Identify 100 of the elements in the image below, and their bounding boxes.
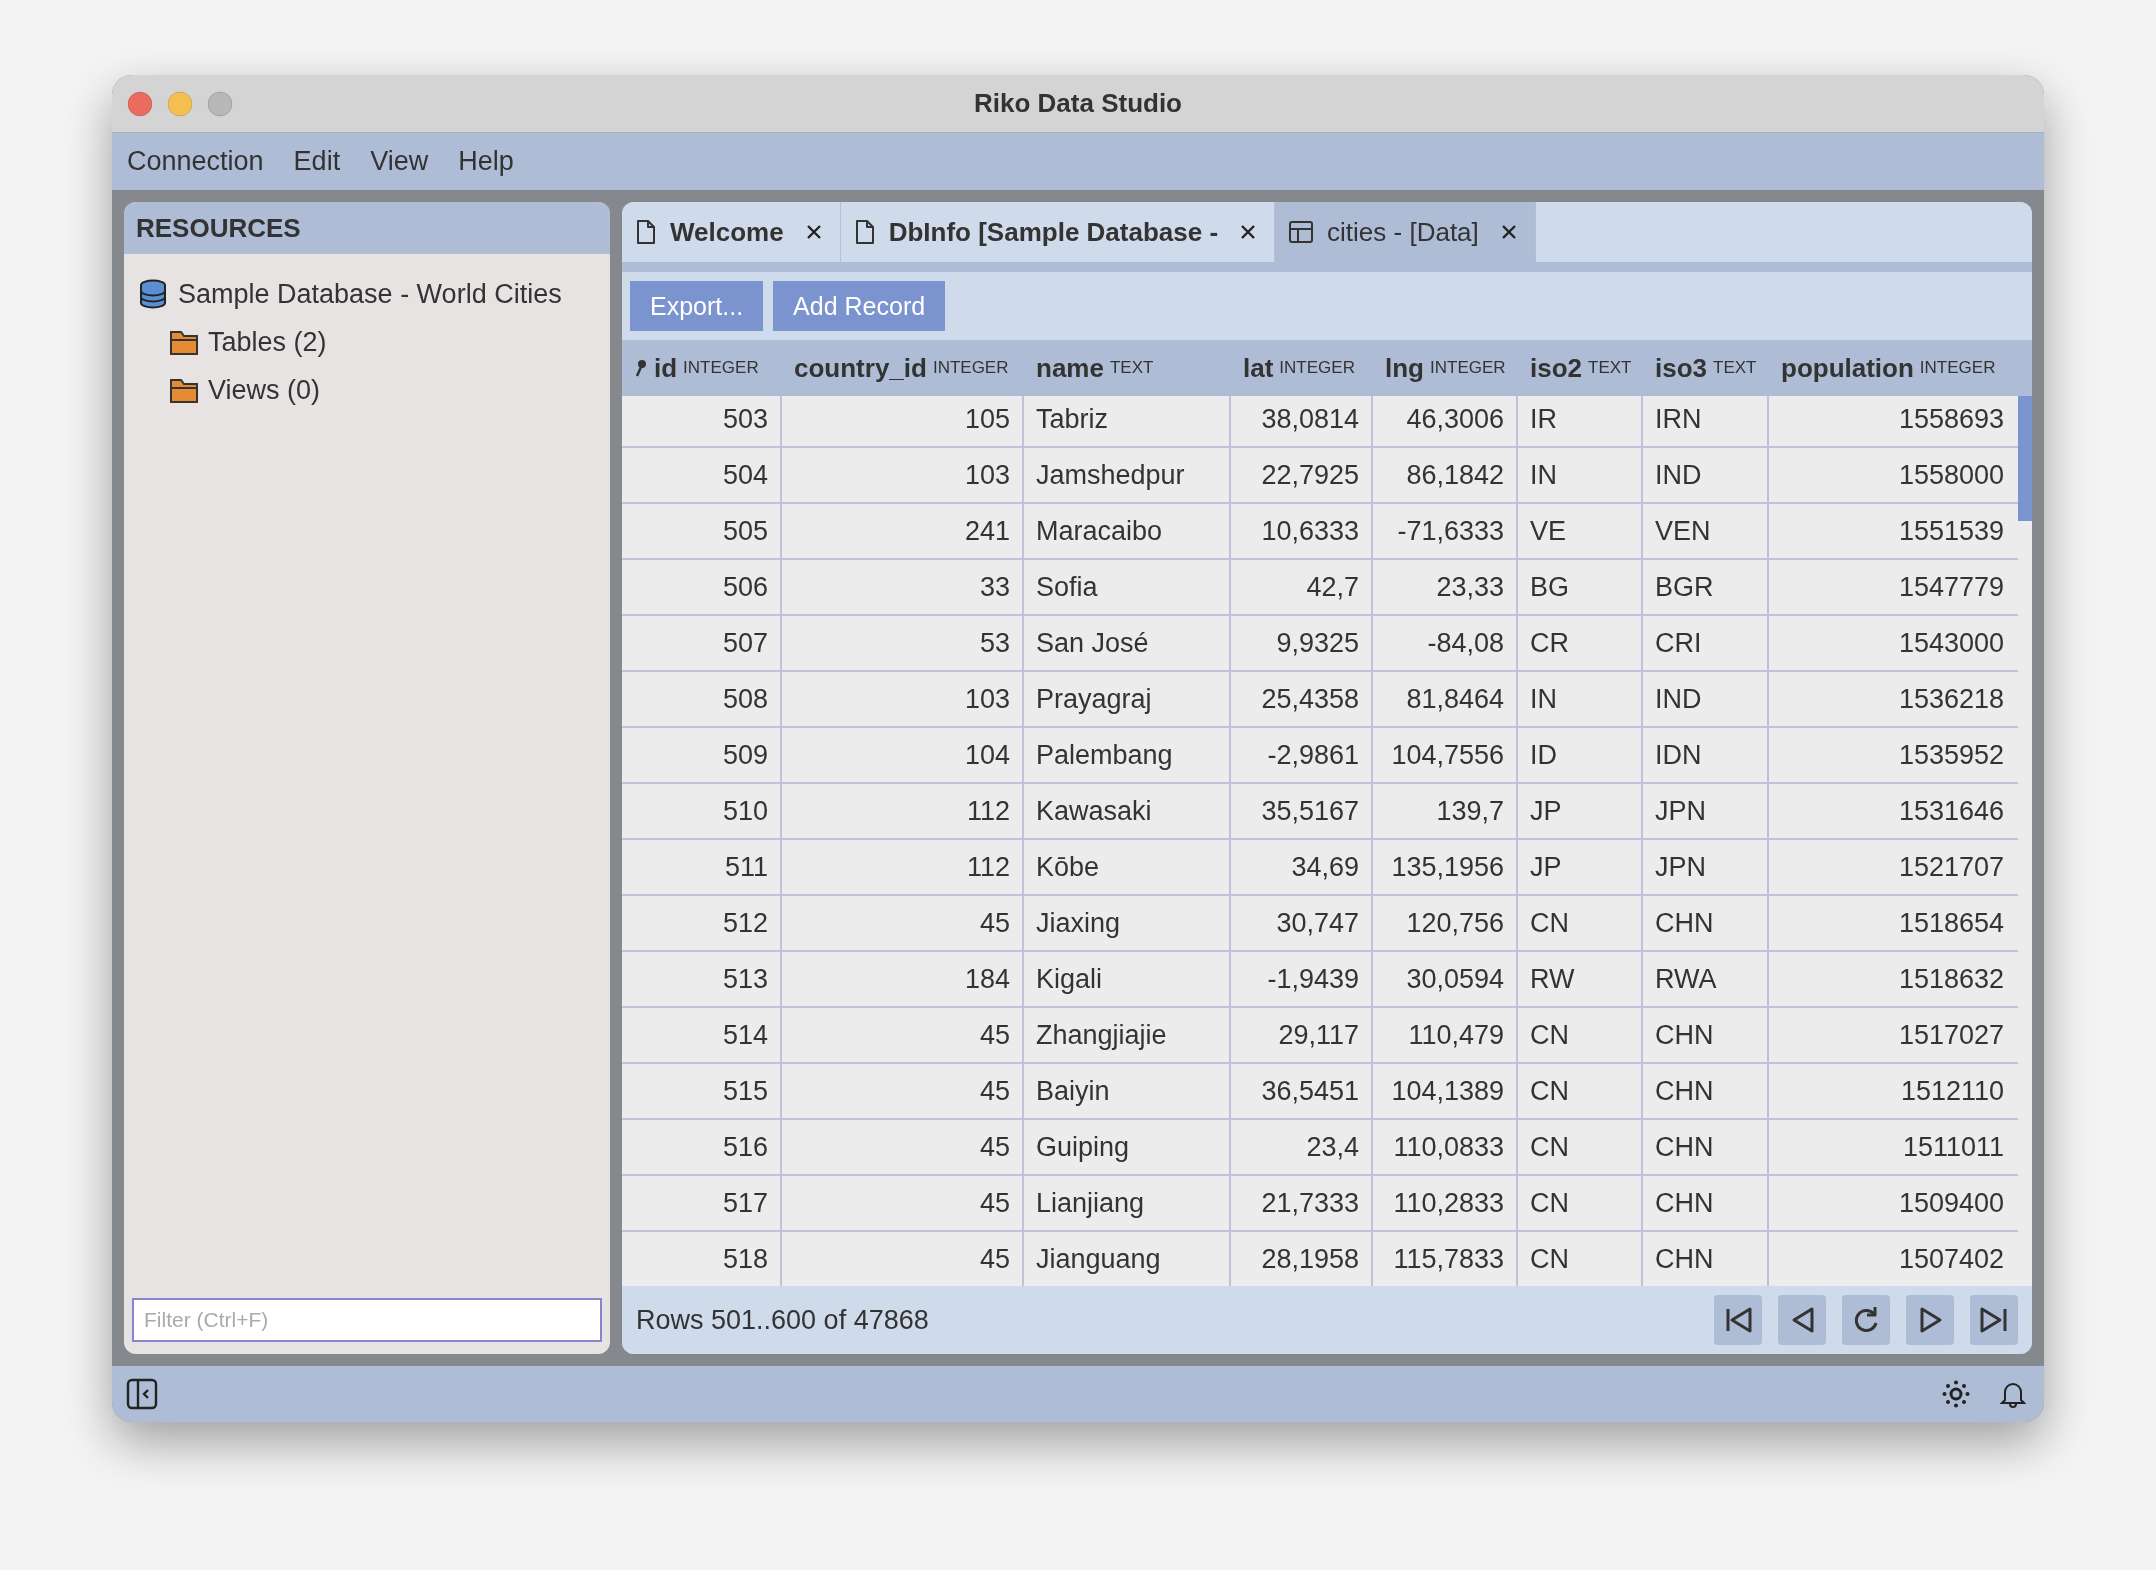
table-cell: 104,1389 xyxy=(1373,1064,1518,1118)
table-cell: 86,1842 xyxy=(1373,448,1518,502)
menu-item[interactable]: Edit xyxy=(293,146,341,177)
tree-item[interactable]: Sample Database - World Cities xyxy=(124,270,562,318)
table-cell: 517 xyxy=(622,1176,782,1230)
column-header[interactable]: population INTEGER xyxy=(1769,340,2016,396)
folder-icon xyxy=(170,329,198,355)
table-cell: 135,1956 xyxy=(1373,840,1518,894)
table-cell: 516 xyxy=(622,1120,782,1174)
table-cell: Kawasaki xyxy=(1024,784,1231,838)
table-cell: RW xyxy=(1518,952,1643,1006)
menu-item[interactable]: View xyxy=(370,146,429,177)
next-page-button[interactable] xyxy=(1906,1295,1954,1345)
sidebar-header: RESOURCES xyxy=(124,202,610,254)
table-cell-text: 1517027 xyxy=(1897,1018,2005,1052)
close-icon[interactable] xyxy=(1240,224,1257,240)
table-cell: Kigali xyxy=(1024,952,1231,1006)
previous-page-button[interactable] xyxy=(1778,1295,1826,1345)
table-cell: 53 xyxy=(782,616,1024,670)
refresh-button[interactable] xyxy=(1842,1295,1890,1345)
table-cell: 45 xyxy=(782,1120,1024,1174)
column-header[interactable]: name TEXT xyxy=(1024,340,1231,396)
column-header[interactable]: iso2 TEXT xyxy=(1518,340,1643,396)
table-cell: CHN xyxy=(1643,1120,1769,1174)
table-cell: 30,747 xyxy=(1231,896,1373,950)
tab[interactable]: Welcome xyxy=(622,202,841,262)
tab-label[interactable]: DbInfo [Sample Database - xyxy=(888,216,1219,248)
table-cell: 514 xyxy=(622,1008,782,1062)
table-cell: 503 xyxy=(622,396,782,446)
filter-field[interactable]: Filter (Ctrl+F) xyxy=(132,1298,602,1342)
tree-item[interactable]: Tables (2) xyxy=(124,318,327,366)
table-cell: San José xyxy=(1024,616,1231,670)
table-cell: Tabriz xyxy=(1024,396,1231,446)
table-cell-text: 1512110 xyxy=(1899,1074,2005,1108)
table-cell: 22,7925 xyxy=(1231,448,1373,502)
table-cell: 36,5451 xyxy=(1231,1064,1373,1118)
table-cell: VE xyxy=(1518,504,1643,558)
table-cell: JPN xyxy=(1643,784,1769,838)
tab-label[interactable]: cities - [Data] xyxy=(1327,216,1479,248)
menu-item[interactable]: Help xyxy=(458,146,514,177)
table-cell: Guiping xyxy=(1024,1120,1231,1174)
table-cell: JPN xyxy=(1643,840,1769,894)
table-cell-text: 1551539 xyxy=(1897,514,2005,548)
table-cell-text: 1535952 xyxy=(1897,738,2005,772)
column-header[interactable]: lng INTEGER xyxy=(1373,340,1518,396)
table-cell: 9,9325 xyxy=(1231,616,1373,670)
column-header[interactable]: id INTEGER xyxy=(622,340,782,396)
table-cell: IND xyxy=(1643,448,1769,502)
table-cell: CHN xyxy=(1643,1064,1769,1118)
table-cell: Palembang xyxy=(1024,728,1231,782)
table-cell: 33 xyxy=(782,560,1024,614)
table-icon xyxy=(1289,220,1314,244)
table-cell-text: 1531646 xyxy=(1897,794,2005,828)
brightness-icon[interactable] xyxy=(1942,1380,1970,1408)
table-cell: IDN xyxy=(1643,728,1769,782)
table-cell: 23,33 xyxy=(1373,560,1518,614)
tree-item[interactable]: Views (0) xyxy=(124,366,321,414)
first-page-button[interactable] xyxy=(1714,1295,1762,1345)
table-cell: 110,2833 xyxy=(1373,1176,1518,1230)
table-cell: 110,479 xyxy=(1373,1008,1518,1062)
last-page-button[interactable] xyxy=(1970,1295,2018,1345)
table-cell-text: 1518654 xyxy=(1897,906,2005,940)
table-cell: 104 xyxy=(782,728,1024,782)
tab[interactable]: cities - [Data] xyxy=(1275,202,1536,262)
table-cell: 513 xyxy=(622,952,782,1006)
table-cell: 120,756 xyxy=(1373,896,1518,950)
table-cell: -2,9861 xyxy=(1231,728,1373,782)
table-cell: CN xyxy=(1518,1120,1643,1174)
close-icon[interactable] xyxy=(805,224,822,240)
table-cell-text: 1518632 xyxy=(1897,962,2005,996)
table-cell: 29,117 xyxy=(1231,1008,1373,1062)
tab-label[interactable]: Welcome xyxy=(670,216,784,248)
table-cell: 110,0833 xyxy=(1373,1120,1518,1174)
column-header[interactable]: country_id INTEGER xyxy=(782,340,1024,396)
column-header[interactable]: lat INTEGER xyxy=(1231,340,1373,396)
document-icon xyxy=(854,220,875,244)
table-cell-text: 1509400 xyxy=(1897,1186,2005,1220)
table-cell-text: 1547779 xyxy=(1897,570,2005,604)
table-cell: IR xyxy=(1518,396,1643,446)
scrollbar-thumb[interactable] xyxy=(2018,396,2032,521)
close-icon[interactable] xyxy=(1500,224,1517,240)
table-cell: 46,3006 xyxy=(1373,396,1518,446)
sidebar-toggle-icon[interactable] xyxy=(126,1378,158,1410)
menu-item[interactable]: Connection xyxy=(127,146,264,177)
table-cell: 506 xyxy=(622,560,782,614)
table-cell: Baiyin xyxy=(1024,1064,1231,1118)
table-cell: 45 xyxy=(782,1176,1024,1230)
document-icon xyxy=(636,220,656,244)
table-cell: -71,6333 xyxy=(1373,504,1518,558)
table-cell: 35,5167 xyxy=(1231,784,1373,838)
table-cell: 38,0814 xyxy=(1231,396,1373,446)
table-cell: CN xyxy=(1518,1008,1643,1062)
table-cell: 103 xyxy=(782,672,1024,726)
table-cell: 112 xyxy=(782,840,1024,894)
column-header[interactable]: iso3 TEXT xyxy=(1643,340,1769,396)
table-cell: 30,0594 xyxy=(1373,952,1518,1006)
table-cell-text: 1558693 xyxy=(1897,402,2005,436)
bell-icon[interactable] xyxy=(2000,1380,2026,1408)
table-cell: IN xyxy=(1518,672,1643,726)
table-cell: 505 xyxy=(622,504,782,558)
